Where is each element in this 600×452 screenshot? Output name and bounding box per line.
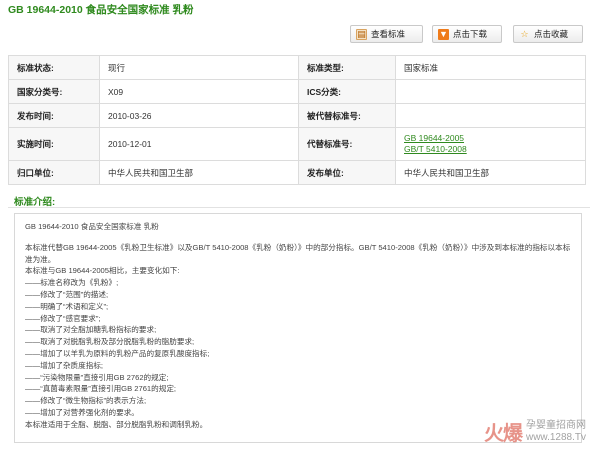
ics-label: ICS分类:: [298, 79, 396, 104]
intro-line: ——修改了“感官要求”;: [25, 313, 101, 323]
watermark-site: 孕婴童招商网: [525, 419, 586, 431]
table-row: 国家分类号: X09 ICS分类:: [8, 79, 586, 104]
responsible-unit-value: 中华人民共和国卫生部: [99, 160, 299, 185]
replaced-by-value: [395, 103, 586, 128]
intro-line: ——“真菌毒素限量”直接引用GB 2761的规定;: [25, 384, 177, 394]
star-icon: ☆: [520, 28, 529, 39]
national-classification-label: 国家分类号:: [8, 79, 100, 104]
table-row: 标准状态: 现行 标准类型: 国家标准: [8, 55, 586, 80]
view-standard-button[interactable]: ▤ 查看标准: [350, 25, 423, 43]
replaces-link-2[interactable]: GB/T 5410-2008: [404, 144, 577, 155]
table-row: 发布时间: 2010-03-26 被代替标准号:: [8, 103, 586, 128]
download-label: 点击下载: [453, 29, 488, 39]
intro-line: ——修改了“范围”的描述;: [25, 289, 109, 299]
download-icon: ▼: [438, 28, 449, 40]
publisher-value: 中华人民共和国卫生部: [395, 160, 586, 185]
status-label: 标准状态:: [8, 55, 100, 80]
standard-type-value: 国家标准: [395, 55, 586, 80]
divider: [8, 207, 590, 208]
page-title: GB 19644-2010 食品安全国家标准 乳粉: [8, 4, 194, 16]
publish-date-value: 2010-03-26: [99, 103, 299, 128]
view-standard-label: 查看标准: [371, 29, 406, 39]
intro-heading: 标准介绍:: [14, 197, 56, 208]
national-classification-value: X09: [99, 79, 299, 104]
replaces-value: GB 19644-2005 GB/T 5410-2008: [395, 127, 586, 161]
watermark-logo: 火爆: [483, 421, 523, 445]
watermark-url: www.1288.Tv: [525, 431, 586, 443]
favorite-button[interactable]: ☆ 点击收藏: [513, 25, 583, 43]
responsible-unit-label: 归口单位:: [8, 160, 100, 185]
intro-line: ——取消了对脱脂乳粉及部分脱脂乳粉的脂肪要求;: [25, 337, 195, 347]
intro-line: ——取消了对全脂加糖乳粉指标的要求;: [25, 325, 157, 335]
ics-value: [395, 79, 586, 104]
download-button[interactable]: ▼ 点击下载: [432, 25, 502, 43]
publish-date-label: 发布时间:: [8, 103, 100, 128]
standard-info-table: 标准状态: 现行 标准类型: 国家标准 国家分类号: X09 ICS分类: 发布…: [8, 55, 586, 185]
intro-line: ——明确了“术语和定义”;: [25, 301, 109, 311]
intro-line: ——修改了“微生物指标”的表示方法;: [25, 396, 147, 406]
document-icon: ▤: [356, 28, 367, 40]
table-row: 归口单位: 中华人民共和国卫生部 发布单位: 中华人民共和国卫生部: [8, 160, 586, 185]
replaced-by-label: 被代替标准号:: [298, 103, 396, 128]
intro-line: ——增加了以羊乳为原料的乳粉产品的复原乳酸度指标;: [25, 348, 210, 358]
intro-line: GB 19644-2010 食品安全国家标准 乳粉: [25, 222, 159, 231]
table-row: 实施时间: 2010-12-01 代替标准号: GB 19644-2005 GB…: [8, 127, 586, 161]
watermark-text: 孕婴童招商网 www.1288.Tv: [526, 420, 586, 444]
intro-box: GB 19644-2010 食品安全国家标准 乳粉 本标准代替GB 19644-…: [14, 213, 582, 443]
watermark: 火爆 孕婴童招商网 www.1288.Tv: [484, 417, 586, 446]
standard-type-label: 标准类型:: [298, 55, 396, 80]
intro-line: 本标准代替GB 19644-2005《乳粉卫生标准》以及GB/T 5410-20…: [25, 242, 571, 264]
implement-date-value: 2010-12-01: [99, 127, 299, 161]
publisher-label: 发布单位:: [298, 160, 396, 185]
status-value: 现行: [99, 55, 299, 80]
intro-line: 本标准与GB 19644-2005相比，主要变化如下:: [25, 266, 180, 276]
implement-date-label: 实施时间:: [8, 127, 100, 161]
replaces-link-1[interactable]: GB 19644-2005: [404, 133, 577, 144]
intro-line: ——增加了杂质度指标;: [25, 360, 104, 370]
intro-line: ——标准名称改为《乳粉》;: [25, 278, 119, 288]
replaces-label: 代替标准号:: [298, 127, 396, 161]
favorite-label: 点击收藏: [534, 29, 569, 39]
intro-line: ——“污染物限量”直接引用GB 2762的规定;: [25, 372, 169, 382]
